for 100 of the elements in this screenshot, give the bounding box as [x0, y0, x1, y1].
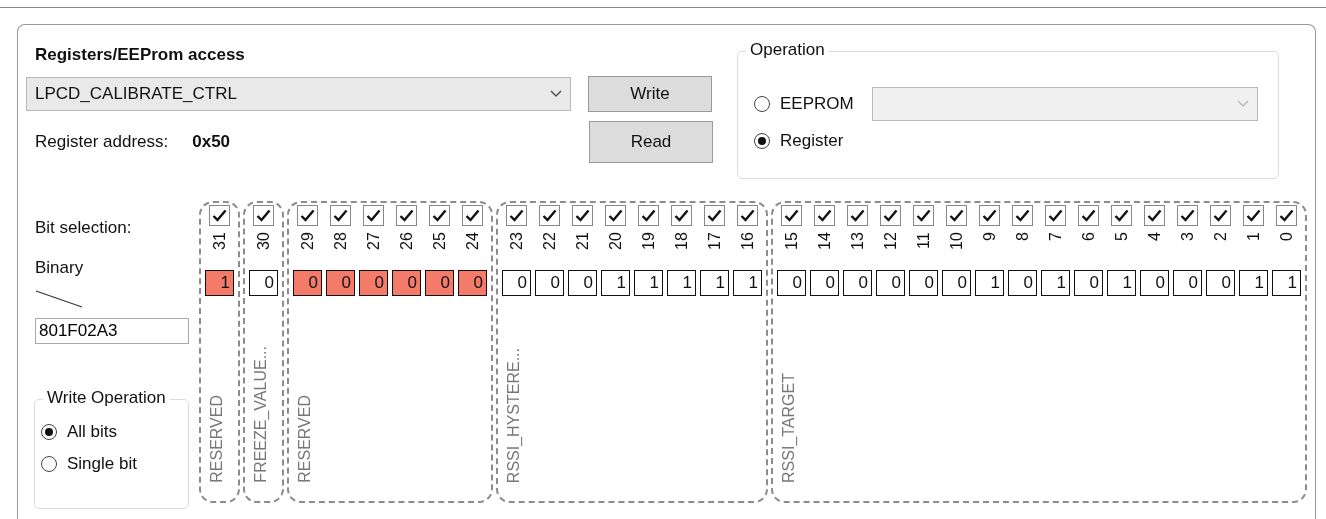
bit-value-cell[interactable]: 1: [634, 270, 663, 296]
bit-number: 30: [255, 232, 272, 252]
bit-value-cell[interactable]: 0: [876, 270, 905, 296]
bit-checkbox[interactable]: [880, 205, 901, 226]
bit-checkbox[interactable]: [671, 205, 692, 226]
bit-checkbox[interactable]: [781, 205, 802, 226]
bit-value-cell[interactable]: 0: [810, 270, 839, 296]
checkmark-icon: [212, 209, 227, 222]
bit-value-cell[interactable]: 0: [359, 270, 388, 296]
bit-checkbox[interactable]: [946, 205, 967, 226]
register-dropdown[interactable]: LPCD_CALIBRATE_CTRL: [26, 77, 571, 111]
bit-number: 22: [541, 232, 558, 252]
bit-checkbox[interactable]: [1177, 205, 1198, 226]
bit-number: 9: [981, 232, 998, 243]
bit-value-cell[interactable]: 0: [425, 270, 454, 296]
bit-value-cell[interactable]: 1: [601, 270, 630, 296]
bit-checkbox[interactable]: [814, 205, 835, 226]
radio-option[interactable]: EEPROM: [754, 90, 854, 118]
bit-selection-label: Bit selection:: [35, 218, 133, 238]
checkmark-icon: [1048, 209, 1063, 222]
bit-value-cell[interactable]: 0: [909, 270, 938, 296]
bit-checkbox[interactable]: [1111, 205, 1132, 226]
bit-value-cell[interactable]: 1: [733, 270, 762, 296]
bit-value-cell[interactable]: 0: [326, 270, 355, 296]
field-name-label: RSSI_HYSTERE...: [505, 347, 523, 483]
bit-value-cell[interactable]: 0: [1206, 270, 1235, 296]
bit-value-cell[interactable]: 0: [249, 270, 278, 296]
checkmark-icon: [575, 209, 590, 222]
write-button[interactable]: Write: [588, 76, 712, 112]
bit-checkbox[interactable]: [737, 205, 758, 226]
bit-value-cell[interactable]: 0: [1008, 270, 1037, 296]
bit-number: 13: [849, 232, 866, 252]
bit-checkbox[interactable]: [1144, 205, 1165, 226]
bit-value-cell[interactable]: 0: [293, 270, 322, 296]
bit-number: 19: [640, 232, 657, 252]
bit-number: 29: [299, 232, 316, 252]
checkmark-icon: [542, 209, 557, 222]
bit-value-cell[interactable]: 1: [667, 270, 696, 296]
checkmark-icon: [1081, 209, 1096, 222]
bit-value-cell[interactable]: 0: [1074, 270, 1103, 296]
radio-option[interactable]: All bits: [41, 418, 188, 446]
bit-checkbox[interactable]: [605, 205, 626, 226]
bit-checkbox[interactable]: [297, 205, 318, 226]
bit-checkbox[interactable]: [506, 205, 527, 226]
bit-checkbox[interactable]: [1243, 205, 1264, 226]
field-name-label: RSSI_TARGET: [780, 373, 798, 483]
register-address-label: Register address:: [35, 132, 169, 152]
checkmark-icon: [883, 209, 898, 222]
bit-value-cell[interactable]: 0: [1140, 270, 1169, 296]
radio-option[interactable]: Single bit: [41, 450, 188, 478]
bit-value-cell[interactable]: 0: [843, 270, 872, 296]
bit-checkbox[interactable]: [330, 205, 351, 226]
bit-value-cell[interactable]: 1: [205, 270, 234, 296]
bit-value-cell[interactable]: 1: [975, 270, 1004, 296]
bit-value-cell[interactable]: 1: [700, 270, 729, 296]
checkmark-icon: [641, 209, 656, 222]
bit-value-cell[interactable]: 0: [458, 270, 487, 296]
bit-checkbox[interactable]: [913, 205, 934, 226]
bit-number: 7: [1047, 232, 1064, 243]
bit-value-cell[interactable]: 1: [1107, 270, 1136, 296]
bit-value-cell[interactable]: 0: [568, 270, 597, 296]
bit-value-cell[interactable]: 1: [1239, 270, 1268, 296]
bit-number: 28: [332, 232, 349, 252]
bit-checkbox[interactable]: [572, 205, 593, 226]
bit-checkbox[interactable]: [1210, 205, 1231, 226]
bit-checkbox[interactable]: [704, 205, 725, 226]
bit-checkbox[interactable]: [253, 205, 274, 226]
checkmark-icon: [982, 209, 997, 222]
bit-checkbox[interactable]: [1078, 205, 1099, 226]
bit-number: 5: [1113, 232, 1130, 243]
bit-checkbox[interactable]: [396, 205, 417, 226]
bit-checkbox[interactable]: [363, 205, 384, 226]
bit-checkbox[interactable]: [429, 205, 450, 226]
bit-number: 16: [739, 232, 756, 252]
bit-value-cell[interactable]: 0: [535, 270, 564, 296]
section-title: Registers/EEProm access: [35, 45, 246, 66]
radio-option[interactable]: Register: [754, 127, 1278, 155]
bit-value-cell[interactable]: 0: [942, 270, 971, 296]
bit-checkbox[interactable]: [209, 205, 230, 226]
bit-value-cell[interactable]: 0: [777, 270, 806, 296]
bit-checkbox[interactable]: [979, 205, 1000, 226]
bit-checkbox[interactable]: [1276, 205, 1297, 226]
bit-checkbox[interactable]: [462, 205, 483, 226]
bit-value-cell[interactable]: 0: [392, 270, 421, 296]
bit-checkbox[interactable]: [847, 205, 868, 226]
hex-input-field[interactable]: 801F02A3: [35, 318, 189, 344]
bit-value-cell[interactable]: 0: [1173, 270, 1202, 296]
checkmark-icon: [740, 209, 755, 222]
read-button[interactable]: Read: [589, 121, 713, 163]
bit-checkbox[interactable]: [638, 205, 659, 226]
bit-number: 0: [1278, 232, 1295, 243]
checkmark-icon: [674, 209, 689, 222]
bit-checkbox[interactable]: [1012, 205, 1033, 226]
bit-value-cell[interactable]: 1: [1041, 270, 1070, 296]
checkmark-icon: [850, 209, 865, 222]
bit-value-cell[interactable]: 1: [1272, 270, 1301, 296]
bit-checkbox[interactable]: [539, 205, 560, 226]
bit-checkbox[interactable]: [1045, 205, 1066, 226]
checkmark-icon: [432, 209, 447, 222]
bit-value-cell[interactable]: 0: [502, 270, 531, 296]
